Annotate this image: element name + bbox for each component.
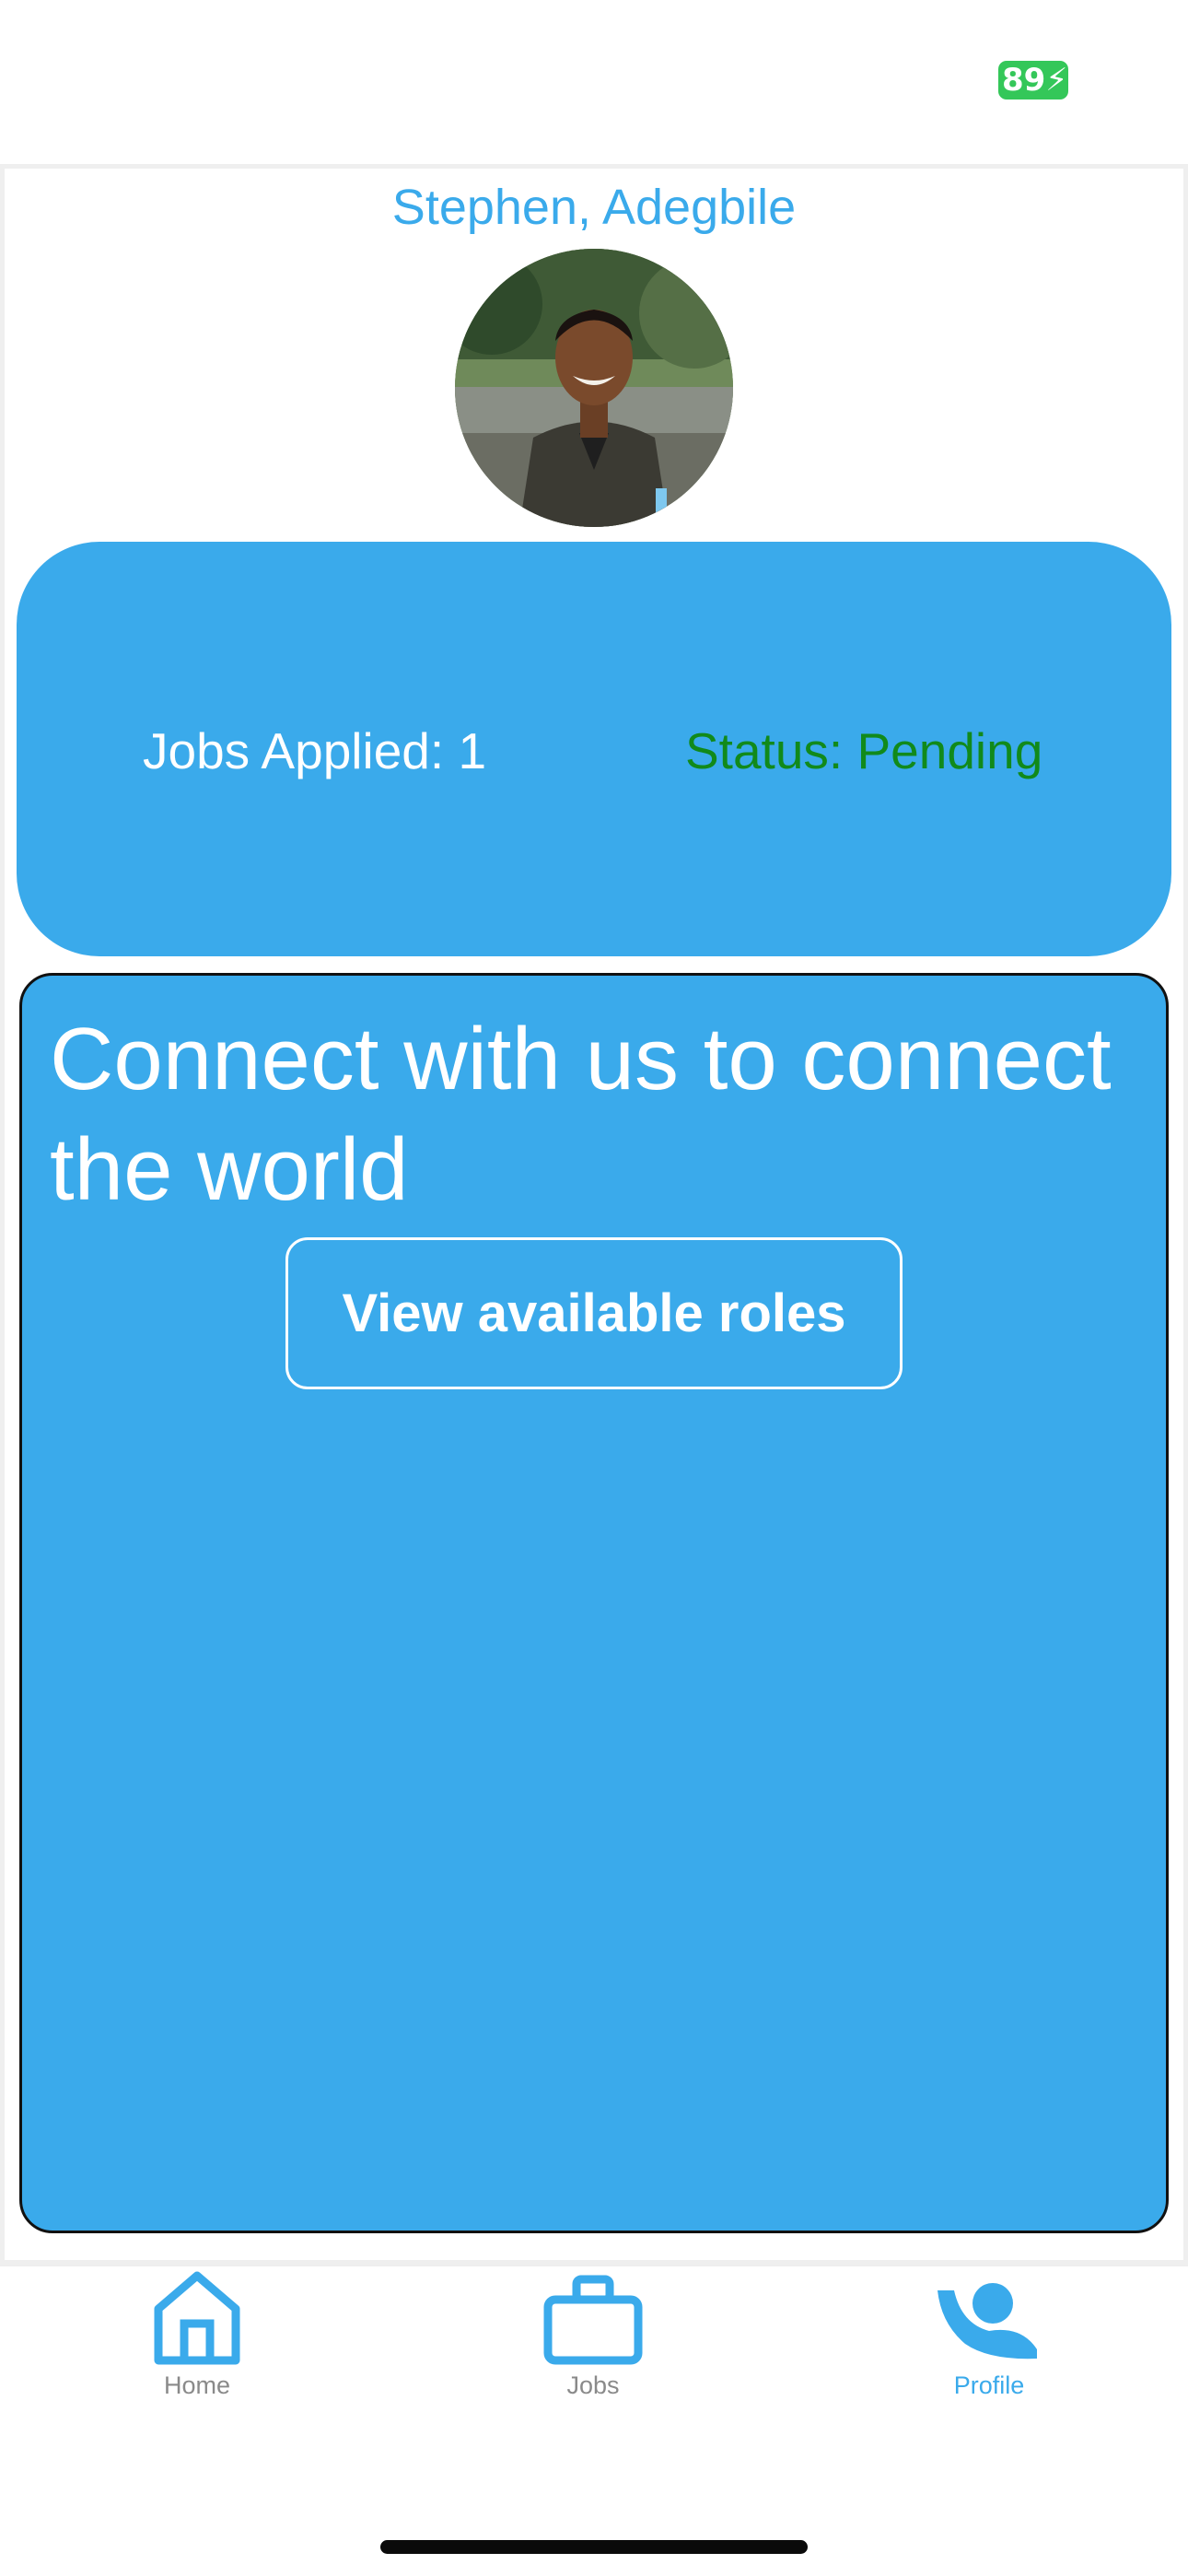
- tab-jobs-label: Jobs: [566, 2371, 620, 2399]
- tab-jobs[interactable]: Jobs: [455, 2268, 731, 2406]
- home-indicator: [380, 2540, 808, 2554]
- profile-screen: 89⚡ Stephen, Adegbile Jobs Applied: 1 St…: [0, 0, 1188, 2576]
- user-name: Stephen, Adegbile: [391, 180, 797, 235]
- status-bar: 89⚡: [0, 0, 1188, 164]
- battery-indicator: 89⚡: [998, 61, 1068, 100]
- profile-photo-image: [455, 249, 733, 527]
- tab-profile[interactable]: Profile: [851, 2268, 1127, 2406]
- application-status: Status: Pending: [685, 722, 1043, 779]
- battery-level: 89: [1002, 62, 1046, 99]
- tab-profile-label: Profile: [953, 2371, 1025, 2399]
- jobs-applied-count: Jobs Applied: 1: [143, 722, 487, 779]
- tab-home[interactable]: Home: [59, 2268, 335, 2406]
- home-icon: [154, 2271, 240, 2365]
- person-icon: [938, 2283, 1037, 2359]
- view-available-roles-button[interactable]: View available roles: [285, 1237, 903, 1389]
- avatar: [455, 249, 733, 527]
- briefcase-icon: [543, 2275, 643, 2365]
- connect-heading: Connect with us to connect the world: [50, 1010, 1112, 1219]
- tab-home-label: Home: [163, 2371, 231, 2399]
